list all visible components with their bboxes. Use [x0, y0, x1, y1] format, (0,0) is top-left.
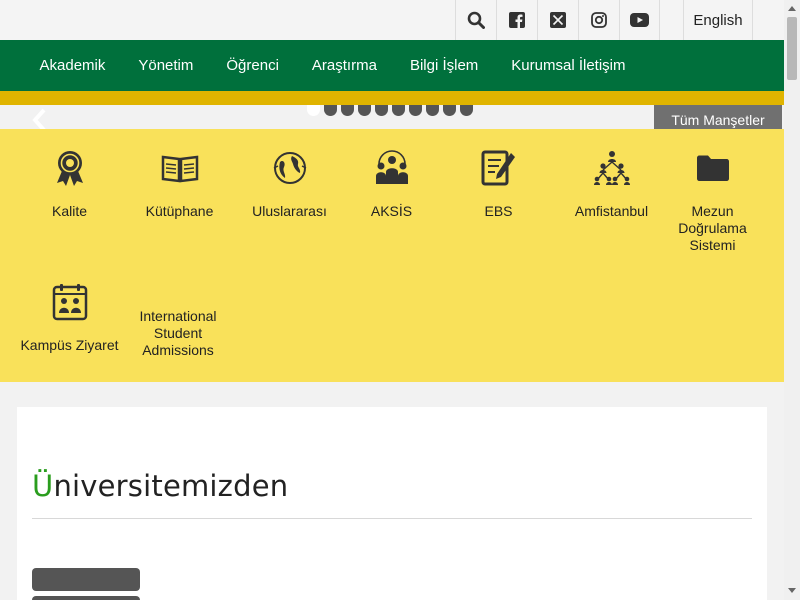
quick-link-kalite[interactable]: Kalite — [16, 148, 123, 220]
nav-item-akademik[interactable]: Akademik — [23, 57, 122, 74]
quick-link-uluslararasi[interactable]: Uluslararası — [236, 148, 343, 220]
quick-link-ebs[interactable]: EBS — [445, 148, 552, 220]
folder-icon — [696, 155, 729, 181]
facebook-icon — [509, 12, 525, 28]
facebook-link[interactable] — [496, 0, 537, 40]
search-icon — [467, 11, 485, 29]
quick-link-label: International Student Admissions — [139, 308, 217, 358]
main-nav: Akademik Yönetim Öğrenci Araştırma Bilgi… — [0, 40, 784, 91]
section-title-rest: niversitemizden — [53, 469, 289, 503]
quick-link-label: Kütüphane — [145, 203, 214, 219]
slider-dot[interactable] — [409, 105, 422, 116]
nav-item-bilgi-islem[interactable]: Bilgi İşlem — [393, 57, 494, 74]
slider-dot[interactable] — [460, 105, 473, 116]
quick-link-label: Kampüs Ziyaret — [20, 337, 119, 353]
slider-dot[interactable] — [443, 105, 456, 116]
quick-link-label: Amfistanbul — [574, 203, 649, 219]
calendar-people-icon — [52, 284, 87, 321]
scrollbar[interactable] — [784, 0, 800, 600]
instagram-link[interactable] — [578, 0, 619, 40]
scroll-down-icon[interactable] — [788, 588, 796, 593]
quick-link-label: Kalite — [51, 203, 88, 219]
nav-item-yonetim[interactable]: Yönetim — [122, 57, 210, 74]
placeholder-button[interactable] — [32, 596, 140, 600]
quick-link-label: EBS — [484, 203, 513, 219]
quick-links: Kalite Kütüphane Uluslararası AKSİS EBS … — [0, 129, 784, 382]
top-bar: English — [0, 0, 784, 40]
instagram-icon — [591, 12, 607, 28]
quick-link-amfistanbul[interactable]: Amfistanbul — [558, 148, 665, 220]
slider-dot[interactable] — [392, 105, 405, 116]
quick-link-label: AKSİS — [370, 203, 413, 219]
search-button[interactable] — [455, 0, 496, 40]
youtube-icon — [630, 13, 649, 27]
slider-dot[interactable] — [426, 105, 439, 116]
placeholder-button[interactable] — [32, 568, 140, 591]
group-people-icon — [375, 150, 408, 184]
award-medal-icon — [56, 151, 83, 186]
nav-item-ogrenci[interactable]: Öğrenci — [210, 57, 296, 74]
slider-dot[interactable] — [324, 105, 337, 116]
x-icon — [550, 12, 566, 28]
nav-item-kurumsal-iletisim[interactable]: Kurumsal İletişim — [495, 57, 642, 74]
slider-dot[interactable] — [375, 105, 388, 116]
quick-link-label: Mezun Doğrulama Sistemi — [678, 203, 747, 253]
gold-stripe — [0, 91, 784, 105]
headline-slider: Tüm Manşetler — [0, 105, 784, 134]
slider-dots — [307, 105, 473, 116]
scrollbar-thumb[interactable] — [787, 17, 797, 80]
language-switch[interactable]: English — [683, 0, 753, 40]
scroll-up-icon[interactable] — [788, 6, 796, 11]
divider — [32, 518, 752, 519]
section-title-first-letter: Ü — [32, 469, 54, 503]
x-link[interactable] — [537, 0, 578, 40]
quick-link-label: Uluslararası — [252, 203, 327, 219]
quick-link-mezun-dogrulama[interactable]: Mezun Doğrulama Sistemi — [659, 148, 766, 254]
content-card: Üniversitemizden — [17, 407, 767, 600]
youtube-link[interactable] — [619, 0, 660, 40]
quick-link-international-admissions[interactable]: International Student Admissions — [130, 282, 237, 359]
section-title: Üniversitemizden — [32, 469, 288, 503]
quick-link-kampus-ziyaret[interactable]: Kampüs Ziyaret — [16, 282, 123, 354]
network-hierarchy-icon — [593, 151, 630, 185]
document-edit-icon — [481, 150, 515, 186]
slider-dot[interactable] — [307, 105, 320, 116]
quick-link-aksis[interactable]: AKSİS — [338, 148, 445, 220]
top-icons — [455, 0, 660, 40]
globe-icon — [273, 152, 306, 184]
nav-item-arastirma[interactable]: Araştırma — [295, 57, 393, 74]
slider-dot[interactable] — [341, 105, 354, 116]
book-icon — [161, 155, 198, 183]
slider-dot[interactable] — [358, 105, 371, 116]
quick-link-kutuphane[interactable]: Kütüphane — [126, 148, 233, 220]
